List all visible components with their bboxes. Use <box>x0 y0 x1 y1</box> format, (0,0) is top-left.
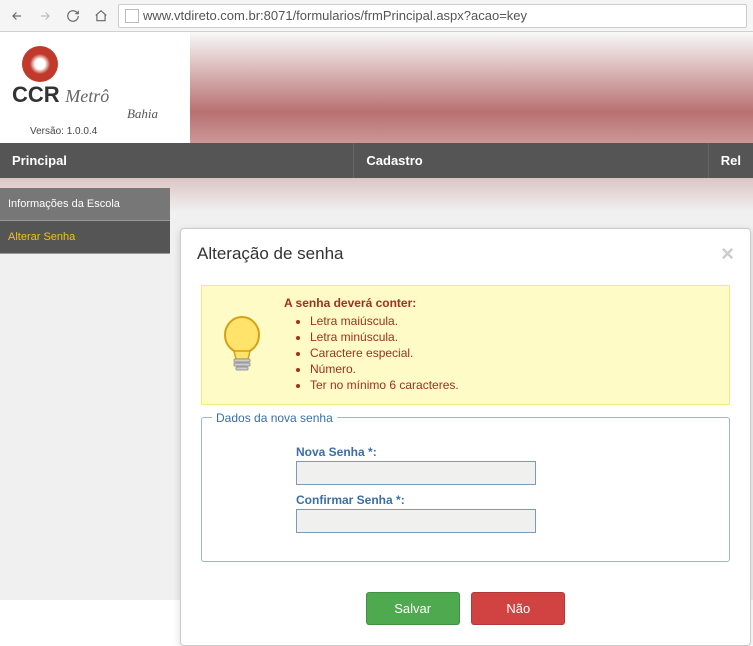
sidebar: Informações da Escola Alterar Senha <box>0 188 170 254</box>
password-rules-box: A senha deverá conter: Letra maiúscula. … <box>201 285 730 405</box>
sidebar-item-info-escola[interactable]: Informações da Escola <box>0 188 170 221</box>
rule-item: Caractere especial. <box>310 346 459 360</box>
top-nav: Principal Cadastro Rel <box>0 143 753 178</box>
rule-item: Ter no mínimo 6 caracteres. <box>310 378 459 392</box>
confirmar-senha-input[interactable] <box>296 509 536 533</box>
url-text: www.vtdireto.com.br:8071/formularios/frm… <box>143 8 527 23</box>
rules-list: Letra maiúscula. Letra minúscula. Caract… <box>284 314 459 392</box>
home-button[interactable] <box>90 5 112 27</box>
app-version: Versão: 1.0.0.4 <box>30 126 178 137</box>
nova-senha-label: Nova Senha *: <box>296 445 715 459</box>
modal-title: Alteração de senha <box>197 244 344 264</box>
modal-footer: Salvar Não <box>181 578 750 645</box>
salvar-button[interactable]: Salvar <box>366 592 460 625</box>
confirmar-senha-label: Confirmar Senha *: <box>296 493 715 507</box>
sidebar-item-alterar-senha[interactable]: Alterar Senha <box>0 221 170 254</box>
page: CCR Metrô Bahia Versão: 1.0.0.4 Principa… <box>0 32 753 600</box>
page-icon <box>125 9 139 23</box>
logo-brand-ccr: CCR <box>12 82 60 107</box>
nav-relatorios[interactable]: Rel <box>709 143 753 178</box>
reload-button[interactable] <box>62 5 84 27</box>
back-button[interactable] <box>6 5 28 27</box>
rules-title: A senha deverá conter: <box>284 296 459 310</box>
logo-brand-bahia: Bahia <box>12 106 178 122</box>
browser-toolbar: www.vtdireto.com.br:8071/formularios/frm… <box>0 0 753 32</box>
logo-brand-metro: Metrô <box>65 86 109 106</box>
modal-alteracao-senha: Alteração de senha × A senha deverá cont… <box>180 228 751 646</box>
rule-item: Número. <box>310 362 459 376</box>
url-bar[interactable]: www.vtdireto.com.br:8071/formularios/frm… <box>118 4 747 28</box>
forward-button[interactable] <box>34 5 56 27</box>
lightbulb-icon <box>214 296 270 394</box>
nova-senha-fieldset: Dados da nova senha Nova Senha *: Confir… <box>201 417 730 562</box>
rule-item: Letra maiúscula. <box>310 314 459 328</box>
nao-button[interactable]: Não <box>471 592 565 625</box>
logo-mark-icon <box>22 46 58 82</box>
nav-cadastro[interactable]: Cadastro <box>354 143 708 178</box>
logo-area: CCR Metrô Bahia Versão: 1.0.0.4 <box>0 32 190 143</box>
fieldset-legend: Dados da nova senha <box>212 411 337 425</box>
nav-principal[interactable]: Principal <box>0 143 354 178</box>
rule-item: Letra minúscula. <box>310 330 459 344</box>
close-icon[interactable]: × <box>721 243 734 265</box>
nova-senha-input[interactable] <box>296 461 536 485</box>
